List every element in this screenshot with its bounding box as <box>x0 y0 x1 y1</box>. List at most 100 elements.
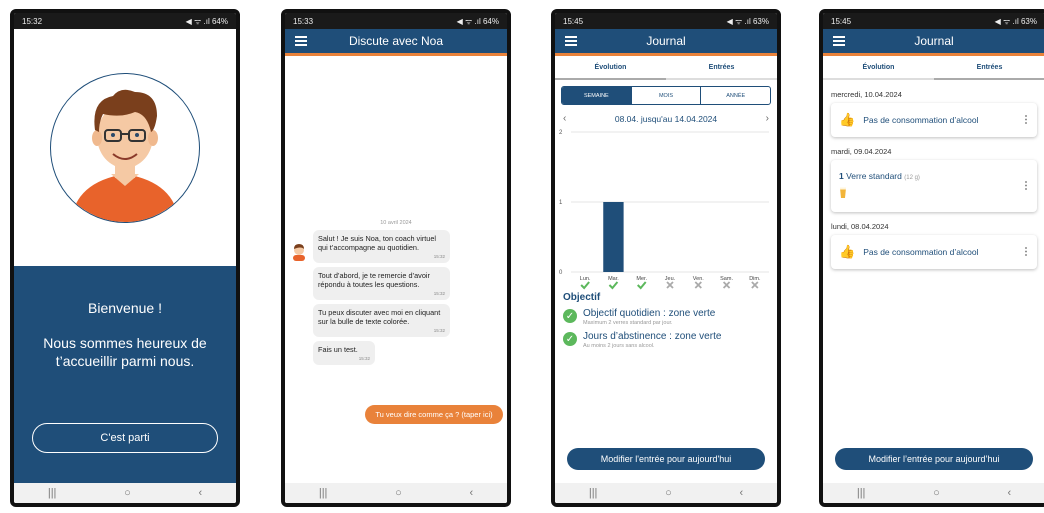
segment-year[interactable]: ANNÉE <box>700 87 770 104</box>
x-tick-label: Mar. <box>608 276 619 282</box>
tab-evolution[interactable]: Évolution <box>555 56 666 80</box>
cross-mark-icon <box>666 281 674 289</box>
date-range: ‹ 08.04. jusqu'au 14.04.2024 › <box>563 113 769 124</box>
next-week-icon[interactable]: › <box>766 113 769 124</box>
page-title: Journal <box>914 34 954 48</box>
check-circle-icon: ✓ <box>563 309 577 323</box>
back-button[interactable]: ‹ <box>198 487 202 499</box>
menu-icon[interactable] <box>833 34 845 49</box>
message-list: Salut ! Je suis Noa, ton coach virtuel q… <box>285 230 450 365</box>
message-time: 15:32 <box>358 356 370 361</box>
coach-avatar <box>50 72 200 223</box>
x-tick-label: Dim. <box>749 276 761 282</box>
entry-label: Pas de consommation d’alcool <box>863 115 979 125</box>
objective-daily-title: Objectif quotidien : zone verte <box>583 308 716 319</box>
chat-date: 10 avril 2024 <box>380 220 412 226</box>
entry-label: Verre standard <box>846 171 902 181</box>
tab-entries[interactable]: Entrées <box>666 56 777 80</box>
menu-icon[interactable] <box>565 34 577 49</box>
entry-day-label: mercredi, 10.04.2024 <box>831 90 902 99</box>
reply-bubble[interactable]: Tu veux dire comme ça ? (taper ici) <box>365 405 503 424</box>
check-mark-icon <box>608 281 619 290</box>
entry-card[interactable]: 1 Verre standard (12 g) ⋮ <box>831 160 1037 212</box>
bar <box>603 202 624 272</box>
menu-icon[interactable] <box>295 34 307 49</box>
status-time: 15:33 <box>293 16 314 26</box>
previous-week-icon[interactable]: ‹ <box>563 113 566 124</box>
app-bar: Journal <box>823 29 1044 56</box>
x-tick-label: Jeu. <box>665 276 676 282</box>
app-bar: Discute avec Noa <box>285 29 507 56</box>
more-options-icon[interactable]: ⋮ <box>1021 115 1031 126</box>
back-button[interactable]: ‹ <box>1007 487 1011 499</box>
edit-today-button[interactable]: Modifier l'entrée pour aujourd'hui <box>567 448 765 470</box>
tab-evolution[interactable]: Évolution <box>823 56 934 80</box>
edit-today-button[interactable]: Modifier l’entrée pour aujourd’hui <box>835 448 1033 470</box>
journal-entries-screen: 15:45 ◀ ᯤ .ıl 63% Journal Évolution Entr… <box>819 9 1044 507</box>
segment-month[interactable]: MOIS <box>630 87 701 104</box>
check-mark-icon <box>637 281 647 290</box>
tab-entries[interactable]: Entrées <box>934 56 1044 80</box>
objective-abstinence-sub: Au moins 2 jours sans alcool. <box>583 343 655 349</box>
check-circle-icon: ✓ <box>563 332 577 346</box>
start-button[interactable]: C'est parti <box>32 423 218 453</box>
recent-apps-button[interactable]: ||| <box>319 487 328 499</box>
home-button[interactable]: ○ <box>933 487 940 499</box>
recent-apps-button[interactable]: ||| <box>48 487 57 499</box>
system-nav-bar: ||| ○ ‹ <box>555 483 777 503</box>
system-nav-bar: ||| ○ ‹ <box>285 483 507 503</box>
status-bar: 15:45 ◀ ᯤ .ıl 63% <box>823 13 1044 29</box>
objective-abstinence: ✓ Jours d’abstinence : zone verte Au moi… <box>563 331 777 349</box>
message-text: Tout d’abord, je te remercie d’avoir rép… <box>318 271 430 289</box>
home-button[interactable]: ○ <box>395 487 402 499</box>
x-tick-label: Mer. <box>636 276 647 282</box>
x-tick-label: Lun. <box>580 276 591 282</box>
status-icons: ◀ ᯤ .ıl 64% <box>456 16 499 26</box>
status-bar: 15:32 ◀ ᯤ .ıl 64% <box>14 13 236 29</box>
journal-tabs: Évolution Entrées <box>555 56 777 80</box>
welcome-text: Nous sommes heureux de t’accueillir parm… <box>43 335 207 369</box>
objective-abstinence-title: Jours d’abstinence : zone verte <box>583 331 722 342</box>
home-button[interactable]: ○ <box>665 487 672 499</box>
message-text: Tu peux discuter avec moi en cliquant su… <box>318 308 441 326</box>
chat-message: Tout d’abord, je te remercie d’avoir rép… <box>313 267 450 300</box>
coach-avatar-icon <box>291 243 307 266</box>
status-time: 15:45 <box>563 16 584 26</box>
message-time: 15:32 <box>433 254 445 259</box>
recent-apps-button[interactable]: ||| <box>857 487 866 499</box>
cross-mark-icon <box>722 281 731 289</box>
status-bar: 15:45 ◀ ᯤ .ıl 63% <box>555 13 777 29</box>
chat-message: Fais un test. 15:32 <box>313 341 375 365</box>
x-tick-label: Sam. <box>720 276 733 282</box>
y-tick-label: 1 <box>559 200 563 206</box>
journal-tabs: Évolution Entrées <box>823 56 1044 80</box>
system-nav-bar: ||| ○ ‹ <box>823 483 1044 503</box>
message-time: 15:32 <box>433 328 445 333</box>
page-title: Discute avec Noa <box>348 34 444 48</box>
status-icons: ◀ ᯤ .ıl 63% <box>994 16 1037 26</box>
x-tick-label: Ven. <box>693 276 704 282</box>
status-time: 15:45 <box>831 16 852 26</box>
check-mark-icon <box>580 281 590 290</box>
app-bar: Journal <box>555 29 777 56</box>
more-options-icon[interactable]: ⋮ <box>1021 247 1031 258</box>
chat-message: Tu peux discuter avec moi en cliquant su… <box>313 304 450 337</box>
back-button[interactable]: ‹ <box>469 487 473 499</box>
segment-week[interactable]: SEMAINE <box>562 87 631 104</box>
welcome-title: Bienvenue ! <box>88 300 162 316</box>
chat-screen: 15:33 ◀ ᯤ .ıl 64% Discute avec Noa 10 av… <box>281 9 511 507</box>
entry-card[interactable]: 👍 Pas de consommation d’alcool ⋮ <box>831 235 1037 269</box>
home-button[interactable]: ○ <box>124 487 131 499</box>
message-time: 15:32 <box>433 291 445 296</box>
message-text: Salut ! Je suis Noa, ton coach virtuel q… <box>318 234 437 252</box>
recent-apps-button[interactable]: ||| <box>589 487 598 499</box>
entry-day-label: mardi, 09.04.2024 <box>831 147 892 156</box>
entry-card[interactable]: 👍 Pas de consommation d’alcool ⋮ <box>831 103 1037 137</box>
more-options-icon[interactable]: ⋮ <box>1021 181 1031 192</box>
cross-mark-icon <box>751 281 759 289</box>
objective-title: Objectif <box>563 292 601 303</box>
status-icons: ◀ ᯤ .ıl 64% <box>185 16 228 26</box>
entry-count: 1 <box>839 171 844 181</box>
back-button[interactable]: ‹ <box>739 487 743 499</box>
chat-message: Salut ! Je suis Noa, ton coach virtuel q… <box>313 230 450 263</box>
